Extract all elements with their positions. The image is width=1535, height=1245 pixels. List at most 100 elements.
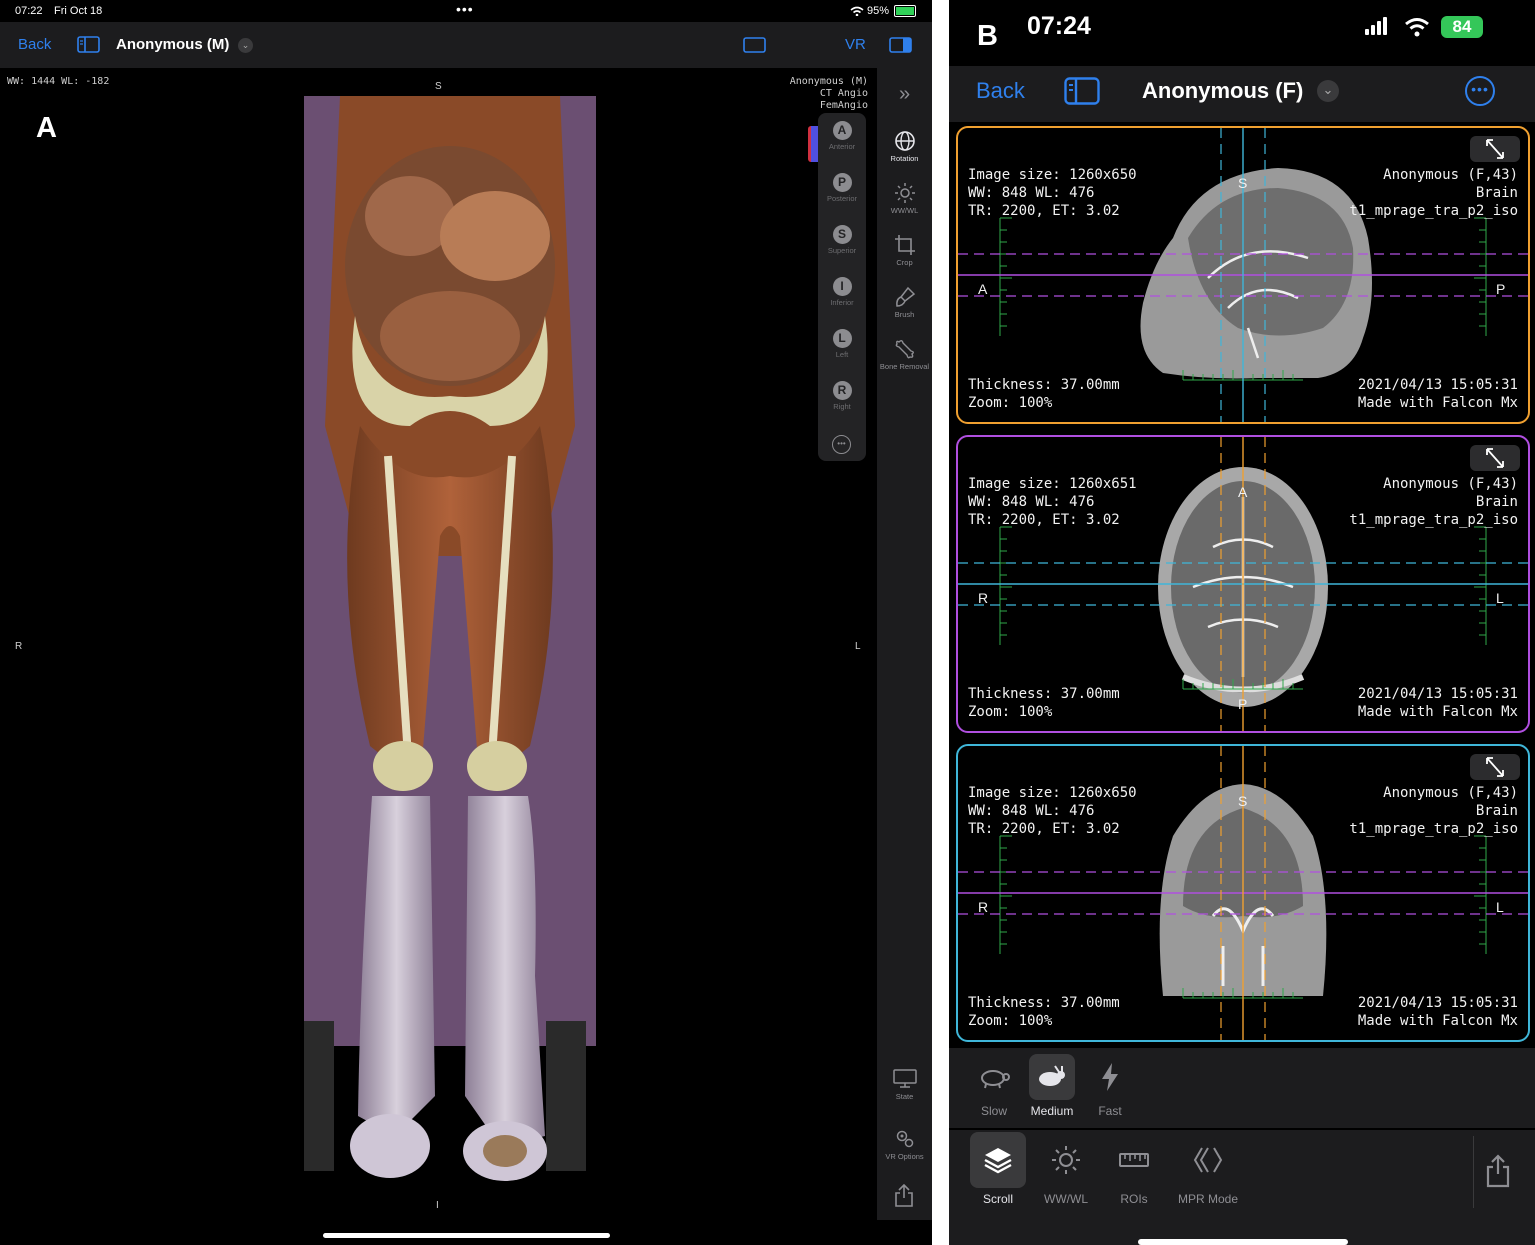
more-orientations-icon[interactable]: •••: [832, 435, 851, 454]
expand-viewport-button[interactable]: [1470, 445, 1520, 471]
expand-icon: [1486, 757, 1504, 777]
orientation-label: Right: [833, 402, 851, 411]
multitask-dots-icon[interactable]: •••: [456, 1, 474, 17]
orientation-label: Left: [835, 350, 849, 359]
orientation-button-posterior[interactable]: P Posterior: [818, 173, 866, 203]
brightness-icon: [894, 183, 915, 203]
patient-info: Anonymous (F,43): [1383, 167, 1518, 183]
orientation-button-left[interactable]: L Left: [818, 329, 866, 359]
tool-ww-wl[interactable]: WW/WL: [877, 182, 932, 215]
sidebar-toggle-icon[interactable]: [1064, 77, 1100, 105]
speed-icon-box: [1029, 1054, 1075, 1100]
back-button[interactable]: Back: [976, 78, 1025, 104]
speed-slow-button[interactable]: Slow: [969, 1054, 1019, 1118]
share-icon[interactable]: [894, 1183, 914, 1213]
tool-mpr-mode-button[interactable]: MPR Mode: [1175, 1132, 1241, 1206]
speed-medium-button[interactable]: Medium: [1027, 1054, 1077, 1118]
wwwl-readout: WW: 848 WL: 476: [968, 803, 1095, 819]
monitor-icon: [892, 1069, 917, 1088]
inspector-toggle-icon[interactable]: [889, 37, 912, 53]
tool-label: MPR Mode: [1177, 1192, 1239, 1206]
battery-icon: [894, 5, 916, 17]
viewport-info-bottom-left: Thickness: 37.00mm Zoom: 100%: [968, 994, 1120, 1030]
patient-title[interactable]: Anonymous (F): [1142, 78, 1303, 104]
rabbit-icon: [1039, 1065, 1065, 1086]
tool-label: WW/WL: [890, 206, 919, 215]
iphone-mpr-panel: 07:24 84 Back Anonymous (F) ⌄ ••• Image …: [949, 0, 1535, 1245]
study-description: CT Angio: [819, 88, 868, 99]
tool-state[interactable]: State: [877, 1068, 932, 1101]
wwwl-readout: WW: 848 WL: 476: [968, 494, 1095, 510]
viewport-info-bottom-right: 2021/04/13 15:05:31 Made with Falcon Mx: [1358, 685, 1518, 721]
tool-label: Rotation: [890, 154, 919, 163]
brightness-icon: [1052, 1146, 1080, 1174]
tool-vr-options[interactable]: VR Options: [877, 1128, 932, 1161]
chevron-down-icon[interactable]: ⌄: [1317, 80, 1339, 102]
wwwl-readout: WW: 848 WL: 476: [968, 185, 1095, 201]
tool-ww-wl-button[interactable]: WW/WL: [1037, 1132, 1095, 1206]
speed-icon-box: [971, 1054, 1017, 1100]
orientation-palette: A Anterior P Posterior S Superior I Inferior L Le…: [818, 113, 866, 461]
zoom-level: Zoom: 100%: [968, 395, 1053, 411]
orientation-top: S: [1238, 793, 1248, 809]
volume-rendering: [304, 96, 596, 1181]
patient-info: Anonymous (F,43): [1383, 476, 1518, 492]
tool-rotation[interactable]: Rotation: [877, 130, 932, 163]
mpr-viewport[interactable]: Image size: 1260x651 WW: 848 WL: 476 TR: 2…: [956, 435, 1530, 733]
made-with: Made with Falcon Mx: [1357, 704, 1518, 720]
orientation-letter: I: [832, 277, 852, 296]
expand-viewport-button[interactable]: [1470, 754, 1520, 780]
tool-scroll-button[interactable]: Scroll: [969, 1132, 1027, 1206]
vr-viewport[interactable]: WW: 1444 WL: -182 Anonymous (M) CT Angio…: [0, 68, 877, 1220]
series-name: t1_mprage_tra_p2_iso: [1349, 512, 1518, 528]
navigation-bar: Back Anonymous (F) ⌄ •••: [949, 66, 1535, 122]
viewport-info-bottom-right: 2021/04/13 15:05:31 Made with Falcon Mx: [1358, 376, 1518, 412]
battery-level: 84: [1452, 17, 1472, 36]
mpr-viewport[interactable]: Image size: 1260x650 WW: 848 WL: 476 TR: 2…: [956, 126, 1530, 424]
orientation-letter: S: [832, 225, 852, 244]
tool-label: Scroll: [982, 1192, 1013, 1206]
orientation-label: Posterior: [826, 194, 857, 203]
orientation-left: R: [978, 899, 989, 915]
orientation-button-right[interactable]: R Right: [818, 381, 866, 411]
orientation-letter: P: [832, 173, 852, 192]
chevron-down-icon[interactable]: ⌄: [238, 38, 253, 53]
image-size: Image size: 1260x650: [968, 785, 1137, 801]
study-series: FemAngio: [819, 100, 868, 111]
turtle-icon: [981, 1070, 1010, 1089]
ipad-vr-panel: 07:22 Fri Oct 18 ••• 95% Back Anonymous …: [0, 0, 932, 1245]
orientation-button-superior[interactable]: S Superior: [818, 225, 866, 255]
patient-info: Anonymous (F,43): [1383, 785, 1518, 801]
speed-label: Medium: [1030, 1104, 1074, 1118]
sidebar-toggle-icon[interactable]: [77, 36, 100, 53]
image-size: Image size: 1260x651: [968, 476, 1137, 492]
acquisition-datetime: 2021/04/13 15:05:31: [1357, 995, 1518, 1011]
orientation-button-anterior[interactable]: A Anterior: [818, 121, 866, 151]
speed-fast-button[interactable]: Fast: [1085, 1054, 1135, 1118]
series-name: t1_mprage_tra_p2_iso: [1349, 821, 1518, 837]
tool-crop[interactable]: Crop: [877, 234, 932, 267]
back-button[interactable]: Back: [18, 36, 51, 53]
status-date: Fri Oct 18: [54, 5, 103, 17]
wwwl-readout: WW: 1444 WL: -182: [7, 76, 110, 87]
crop-icon: [894, 235, 915, 255]
vr-mode-button[interactable]: VR: [845, 36, 866, 53]
orientation-right: L: [1496, 899, 1504, 915]
tool-bone-removal[interactable]: Bone Removal: [877, 338, 932, 371]
wifi-icon: [1405, 18, 1429, 37]
orientation-button-inferior[interactable]: I Inferior: [818, 277, 866, 307]
tool-rois-button[interactable]: ROIs: [1105, 1132, 1163, 1206]
orientation-letter: A: [832, 121, 852, 140]
collapse-chevron-icon[interactable]: »: [877, 83, 932, 106]
tool-brush[interactable]: Brush: [877, 286, 932, 319]
expand-viewport-button[interactable]: [1470, 136, 1520, 162]
viewport-info-bottom-left: Thickness: 37.00mm Zoom: 100%: [968, 376, 1120, 412]
share-icon[interactable]: [1485, 1154, 1511, 1188]
more-options-icon[interactable]: •••: [1465, 76, 1495, 106]
tool-label: Brush: [894, 310, 915, 319]
layout-icon[interactable]: [743, 37, 766, 53]
mpr-viewport[interactable]: Image size: 1260x650 WW: 848 WL: 476 TR: 2…: [956, 744, 1530, 1042]
patient-title[interactable]: Anonymous (M): [116, 36, 229, 53]
tr-et-readout: TR: 2200, ET: 3.02: [968, 203, 1120, 219]
expand-icon: [1486, 139, 1504, 159]
